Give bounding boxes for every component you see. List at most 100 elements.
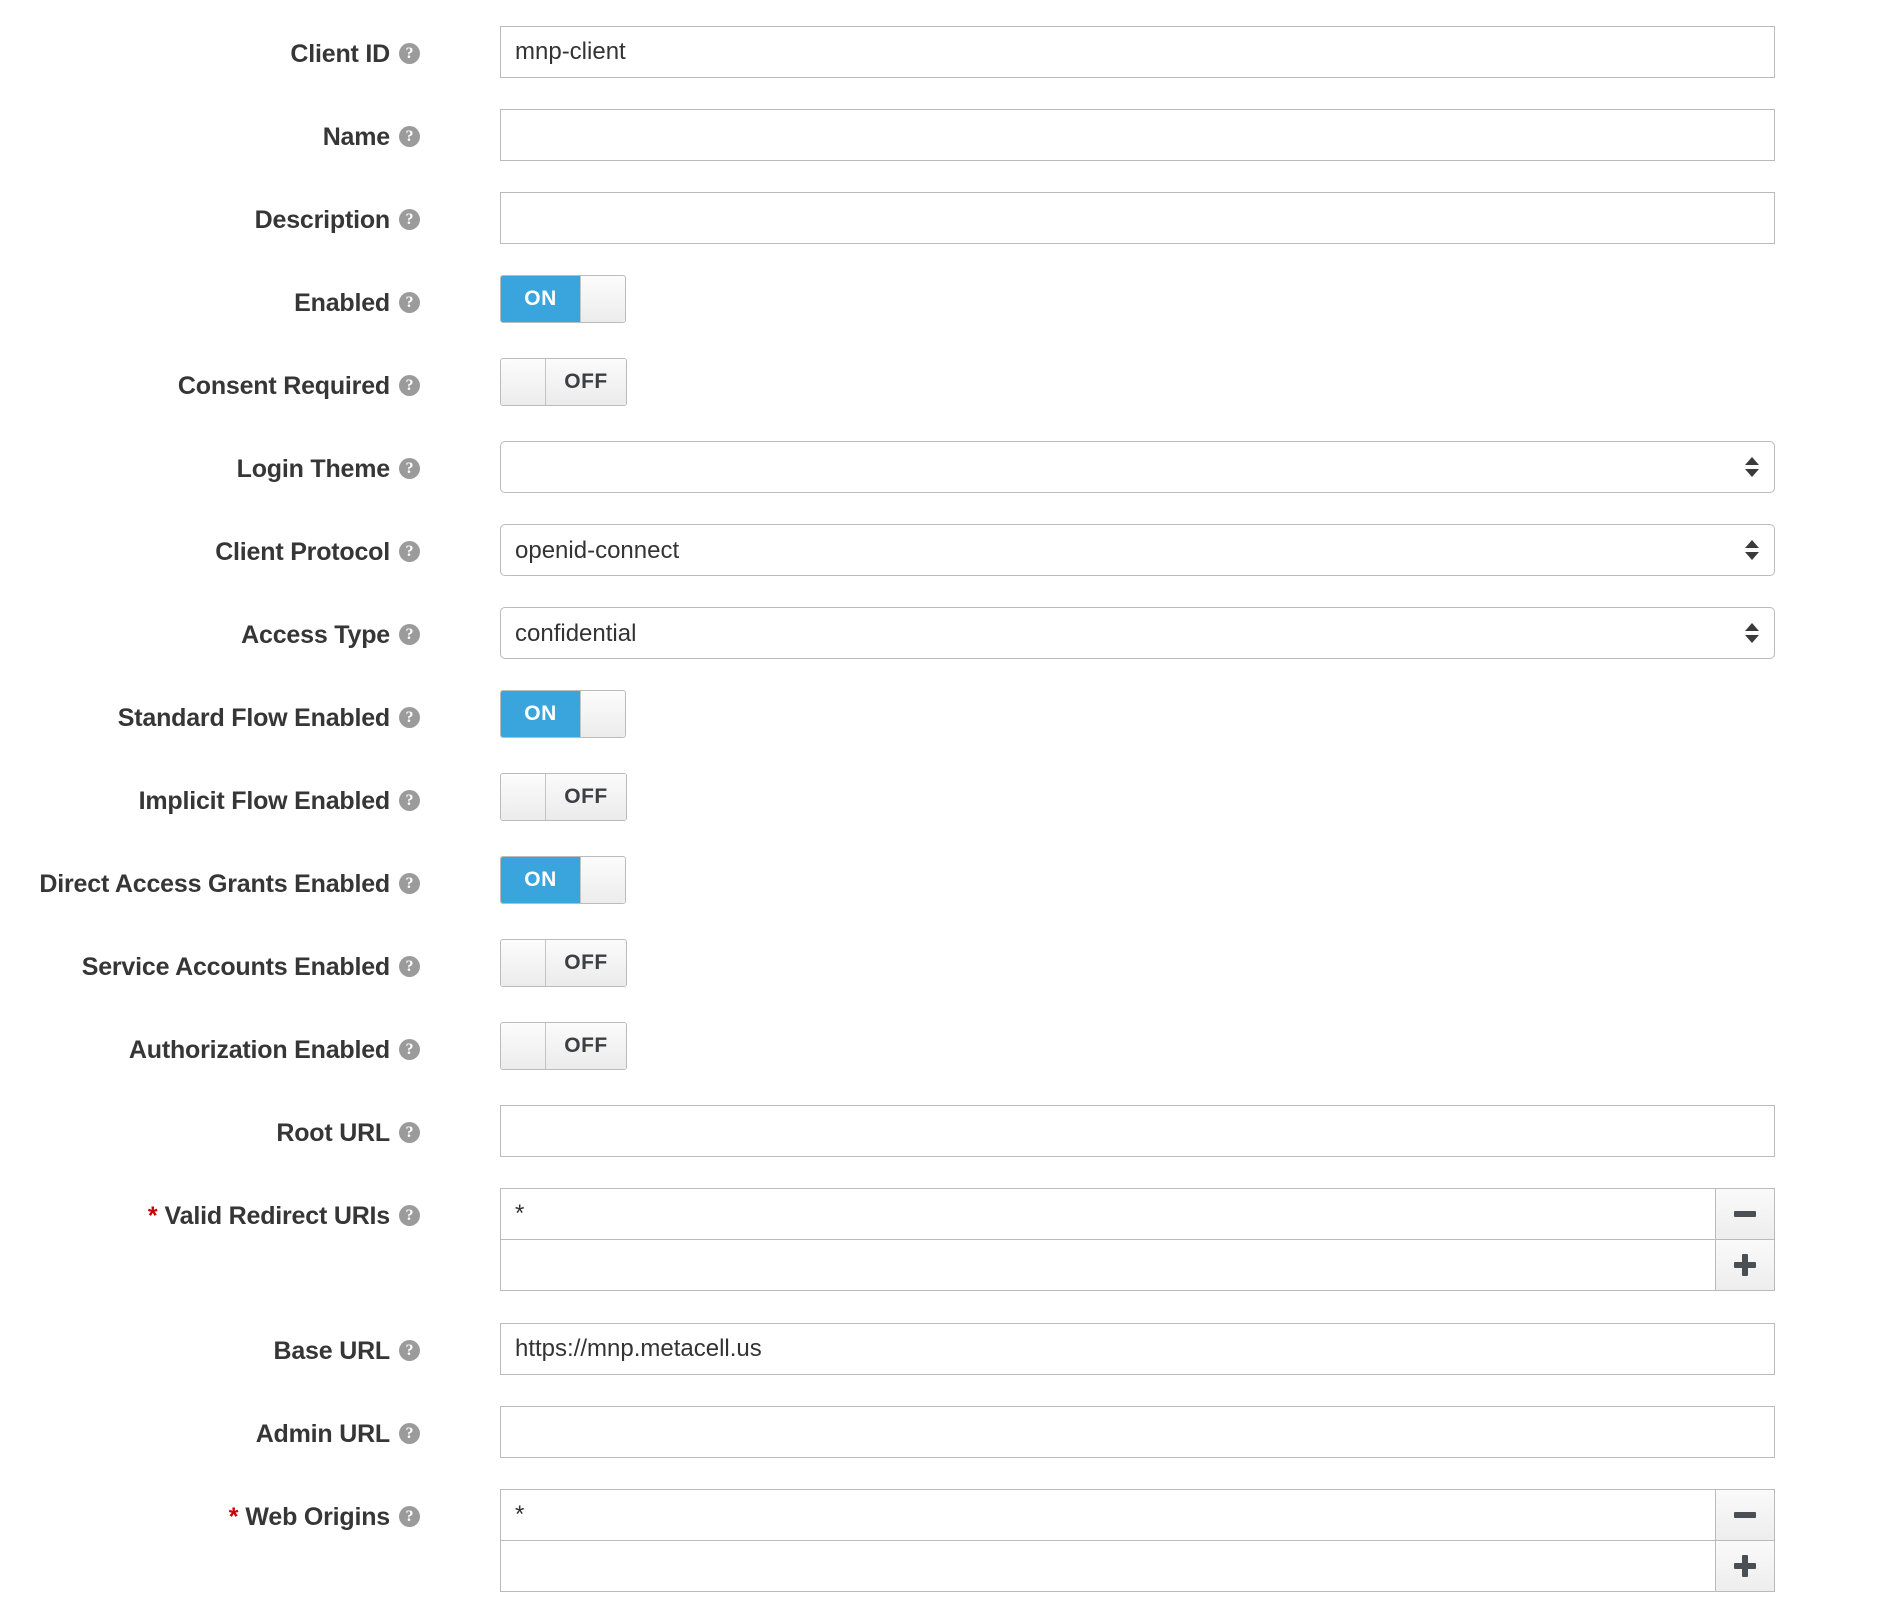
toggle-service-accounts[interactable]: OFF — [500, 939, 627, 987]
field-label-name: Name? — [0, 109, 500, 165]
help-icon[interactable]: ? — [399, 1422, 420, 1444]
select-login-theme[interactable] — [500, 441, 1775, 493]
form-row-admin-url: Admin URL? — [0, 1406, 1898, 1489]
form-row-name: Name? — [0, 109, 1898, 192]
select-access-type[interactable]: confidentialpublicbearer-only — [500, 607, 1775, 659]
toggle-enabled[interactable]: ON — [500, 275, 626, 323]
field-control-description — [500, 192, 1838, 244]
list-item — [500, 1489, 1775, 1541]
field-label-enabled: Enabled? — [0, 275, 500, 331]
form-row-root-url: Root URL? — [0, 1105, 1898, 1188]
input-name[interactable] — [500, 109, 1775, 161]
input-root-url[interactable] — [500, 1105, 1775, 1157]
plus-icon — [1734, 1254, 1756, 1276]
form-row-direct-access-grants: Direct Access Grants Enabled? ON — [0, 856, 1898, 939]
plus-icon — [1734, 1555, 1756, 1577]
toggle-handle[interactable] — [501, 940, 546, 986]
help-icon[interactable]: ? — [399, 1505, 420, 1527]
input-web-origins-0[interactable] — [500, 1489, 1715, 1541]
field-control-valid-redirect-uris — [500, 1188, 1838, 1291]
list-item — [500, 1188, 1775, 1240]
help-icon[interactable]: ? — [399, 789, 420, 811]
field-label-implicit-flow-enabled: Implicit Flow Enabled? — [0, 773, 500, 829]
label-text: Direct Access Grants Enabled — [39, 869, 390, 898]
input-admin-url[interactable] — [500, 1406, 1775, 1458]
remove-valid-redirect-uris-button[interactable] — [1715, 1188, 1775, 1240]
help-icon[interactable]: ? — [399, 706, 420, 728]
help-icon[interactable]: ? — [399, 42, 420, 64]
field-control-authorization-enabled: OFF — [500, 1022, 1838, 1074]
field-control-standard-flow-enabled: ON — [500, 690, 1838, 738]
toggle-handle[interactable] — [501, 1023, 546, 1069]
toggle-implicit-flow-enabled[interactable]: OFF — [500, 773, 627, 821]
add-valid-redirect-uris-button[interactable] — [1715, 1239, 1775, 1291]
toggle-state-label: OFF — [546, 359, 626, 405]
required-marker: * — [147, 1201, 158, 1230]
remove-web-origins-button[interactable] — [1715, 1489, 1775, 1541]
form-row-access-type: Access Type?confidentialpublicbearer-onl… — [0, 607, 1898, 690]
input-client-id[interactable] — [500, 26, 1775, 78]
field-control-access-type: confidentialpublicbearer-only — [500, 607, 1838, 659]
field-control-name — [500, 109, 1838, 161]
form-row-service-accounts: Service Accounts Enabled? OFF — [0, 939, 1898, 1022]
help-icon[interactable]: ? — [399, 208, 420, 230]
select-client-protocol[interactable]: openid-connectsaml — [500, 524, 1775, 576]
select-wrapper-access-type: confidentialpublicbearer-only — [500, 607, 1775, 659]
toggle-handle[interactable] — [580, 276, 625, 322]
minus-icon — [1734, 1512, 1756, 1518]
label-text: Login Theme — [236, 454, 391, 483]
toggle-standard-flow-enabled[interactable]: ON — [500, 690, 626, 738]
form-row-client-protocol: Client Protocol?openid-connectsaml — [0, 524, 1898, 607]
select-wrapper-client-protocol: openid-connectsaml — [500, 524, 1775, 576]
toggle-state-label: OFF — [546, 774, 626, 820]
toggle-handle[interactable] — [580, 857, 625, 903]
input-base-url[interactable] — [500, 1323, 1775, 1375]
label-text: Enabled — [294, 288, 390, 317]
toggle-authorization-enabled[interactable]: OFF — [500, 1022, 627, 1070]
help-icon[interactable]: ? — [399, 540, 420, 562]
field-label-client-id: Client ID? — [0, 26, 500, 82]
toggle-handle[interactable] — [501, 359, 546, 405]
help-icon[interactable]: ? — [399, 623, 420, 645]
help-icon[interactable]: ? — [399, 374, 420, 396]
toggle-handle[interactable] — [580, 691, 625, 737]
help-icon[interactable]: ? — [399, 457, 420, 479]
add-web-origins-button[interactable] — [1715, 1540, 1775, 1592]
input-description[interactable] — [500, 192, 1775, 244]
form-row-authorization-enabled: Authorization Enabled? OFF — [0, 1022, 1898, 1105]
label-text: Client Protocol — [215, 537, 390, 566]
input-valid-redirect-uris-1[interactable] — [500, 1239, 1715, 1291]
field-label-consent-required: Consent Required? — [0, 358, 500, 414]
form-row-client-id: Client ID? — [0, 26, 1898, 109]
help-icon[interactable]: ? — [399, 872, 420, 894]
field-label-client-protocol: Client Protocol? — [0, 524, 500, 580]
toggle-state-label: ON — [501, 691, 580, 737]
toggle-consent-required[interactable]: OFF — [500, 358, 627, 406]
input-valid-redirect-uris-0[interactable] — [500, 1188, 1715, 1240]
field-control-direct-access-grants: ON — [500, 856, 1838, 904]
toggle-handle[interactable] — [501, 774, 546, 820]
help-icon[interactable]: ? — [399, 955, 420, 977]
field-control-client-id — [500, 26, 1838, 78]
label-text: Authorization Enabled — [128, 1035, 390, 1064]
field-label-web-origins: * Web Origins? — [0, 1489, 500, 1545]
help-icon[interactable]: ? — [399, 125, 420, 147]
toggle-state-label: ON — [501, 857, 580, 903]
list-field-valid-redirect-uris — [500, 1188, 1775, 1291]
help-icon[interactable]: ? — [399, 1121, 420, 1143]
help-icon[interactable]: ? — [399, 1204, 420, 1226]
toggle-state-label: ON — [501, 276, 580, 322]
form-row-consent-required: Consent Required? OFF — [0, 358, 1898, 441]
help-icon[interactable]: ? — [399, 291, 420, 313]
form-row-enabled: Enabled? ON — [0, 275, 1898, 358]
label-text: Standard Flow Enabled — [117, 703, 390, 732]
input-web-origins-1[interactable] — [500, 1540, 1715, 1592]
required-marker: * — [228, 1502, 239, 1531]
toggle-direct-access-grants[interactable]: ON — [500, 856, 626, 904]
help-icon[interactable]: ? — [399, 1339, 420, 1361]
form-row-standard-flow-enabled: Standard Flow Enabled? ON — [0, 690, 1898, 773]
help-icon[interactable]: ? — [399, 1038, 420, 1060]
field-label-authorization-enabled: Authorization Enabled? — [0, 1022, 500, 1078]
list-item — [500, 1239, 1775, 1291]
field-control-enabled: ON — [500, 275, 1838, 323]
